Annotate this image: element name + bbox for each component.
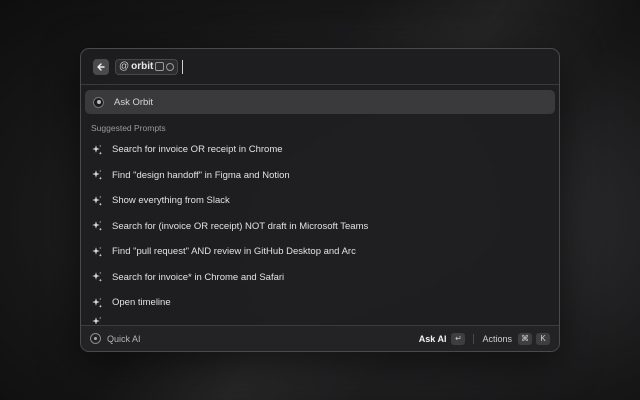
prompt-item[interactable]: Search for (invoice OR receipt) NOT draf… xyxy=(85,214,555,240)
prompt-label: Search for (invoice OR receipt) NOT draf… xyxy=(112,220,369,232)
command-key-icon: ⌘ xyxy=(518,332,532,345)
orbit-app-icon xyxy=(93,96,104,108)
orbit-scope-chip[interactable]: @ orbit xyxy=(115,58,179,75)
prompt-label: Show everything from Slack xyxy=(112,195,230,207)
actions-button[interactable]: Actions xyxy=(482,334,512,344)
sparkle-icon xyxy=(92,195,102,206)
footer-bar: Quick AI Ask AI ↵ Actions ⌘ K xyxy=(81,325,559,351)
text-caret xyxy=(182,59,184,74)
divider xyxy=(473,333,475,344)
prompt-label: Search for invoice* in Chrome and Safari xyxy=(112,271,285,283)
chip-name: orbit xyxy=(131,61,154,72)
back-button[interactable] xyxy=(93,58,109,75)
prompt-item[interactable]: Find "pull request" AND review in GitHub… xyxy=(85,239,555,265)
arrow-left-icon xyxy=(97,62,105,71)
result-list: Ask Orbit Suggested Prompts Search for i… xyxy=(81,85,559,324)
window-icon xyxy=(155,62,165,71)
chip-prefix: @ xyxy=(119,61,130,72)
sparkle-icon xyxy=(92,316,102,324)
section-title: Suggested Prompts xyxy=(91,123,166,133)
quick-ai-label[interactable]: Quick AI xyxy=(107,334,141,344)
prompt-item-clipped xyxy=(85,316,555,324)
ask-orbit-item[interactable]: Ask Orbit xyxy=(85,90,555,114)
search-input[interactable] xyxy=(187,56,549,77)
ask-orbit-label: Ask Orbit xyxy=(114,96,154,108)
sparkle-icon xyxy=(92,246,102,257)
sparkle-icon xyxy=(92,170,102,181)
prompt-item[interactable]: Find "design handoff" in Figma and Notio… xyxy=(85,163,555,189)
prompt-item[interactable]: Show everything from Slack xyxy=(85,188,555,214)
sparkle-icon xyxy=(92,144,102,155)
prompt-label: Find "pull request" AND review in GitHub… xyxy=(112,246,356,258)
orbit-icon xyxy=(166,62,175,71)
enter-key-icon: ↵ xyxy=(451,332,466,345)
sparkle-icon xyxy=(92,272,102,283)
sparkle-icon xyxy=(92,221,102,232)
command-palette: @ orbit Ask Orbit Suggested Prompts Sear… xyxy=(80,48,560,352)
ask-ai-button[interactable]: Ask AI xyxy=(419,334,447,344)
prompt-label: Find "design handoff" in Figma and Notio… xyxy=(112,169,290,181)
k-key-icon: K xyxy=(536,332,550,345)
prompt-item[interactable]: Search for invoice OR receipt in Chrome xyxy=(85,137,555,163)
prompt-label: Search for invoice OR receipt in Chrome xyxy=(112,144,283,156)
prompt-item[interactable]: Open timeline xyxy=(85,290,555,316)
prompt-label: Open timeline xyxy=(112,297,171,309)
suggested-prompts: Search for invoice OR receipt in Chrome F… xyxy=(85,137,555,324)
sparkle-icon xyxy=(92,297,102,308)
search-bar: @ orbit xyxy=(81,49,559,85)
quick-ai-icon xyxy=(90,333,101,344)
prompt-item[interactable]: Search for invoice* in Chrome and Safari xyxy=(85,265,555,291)
